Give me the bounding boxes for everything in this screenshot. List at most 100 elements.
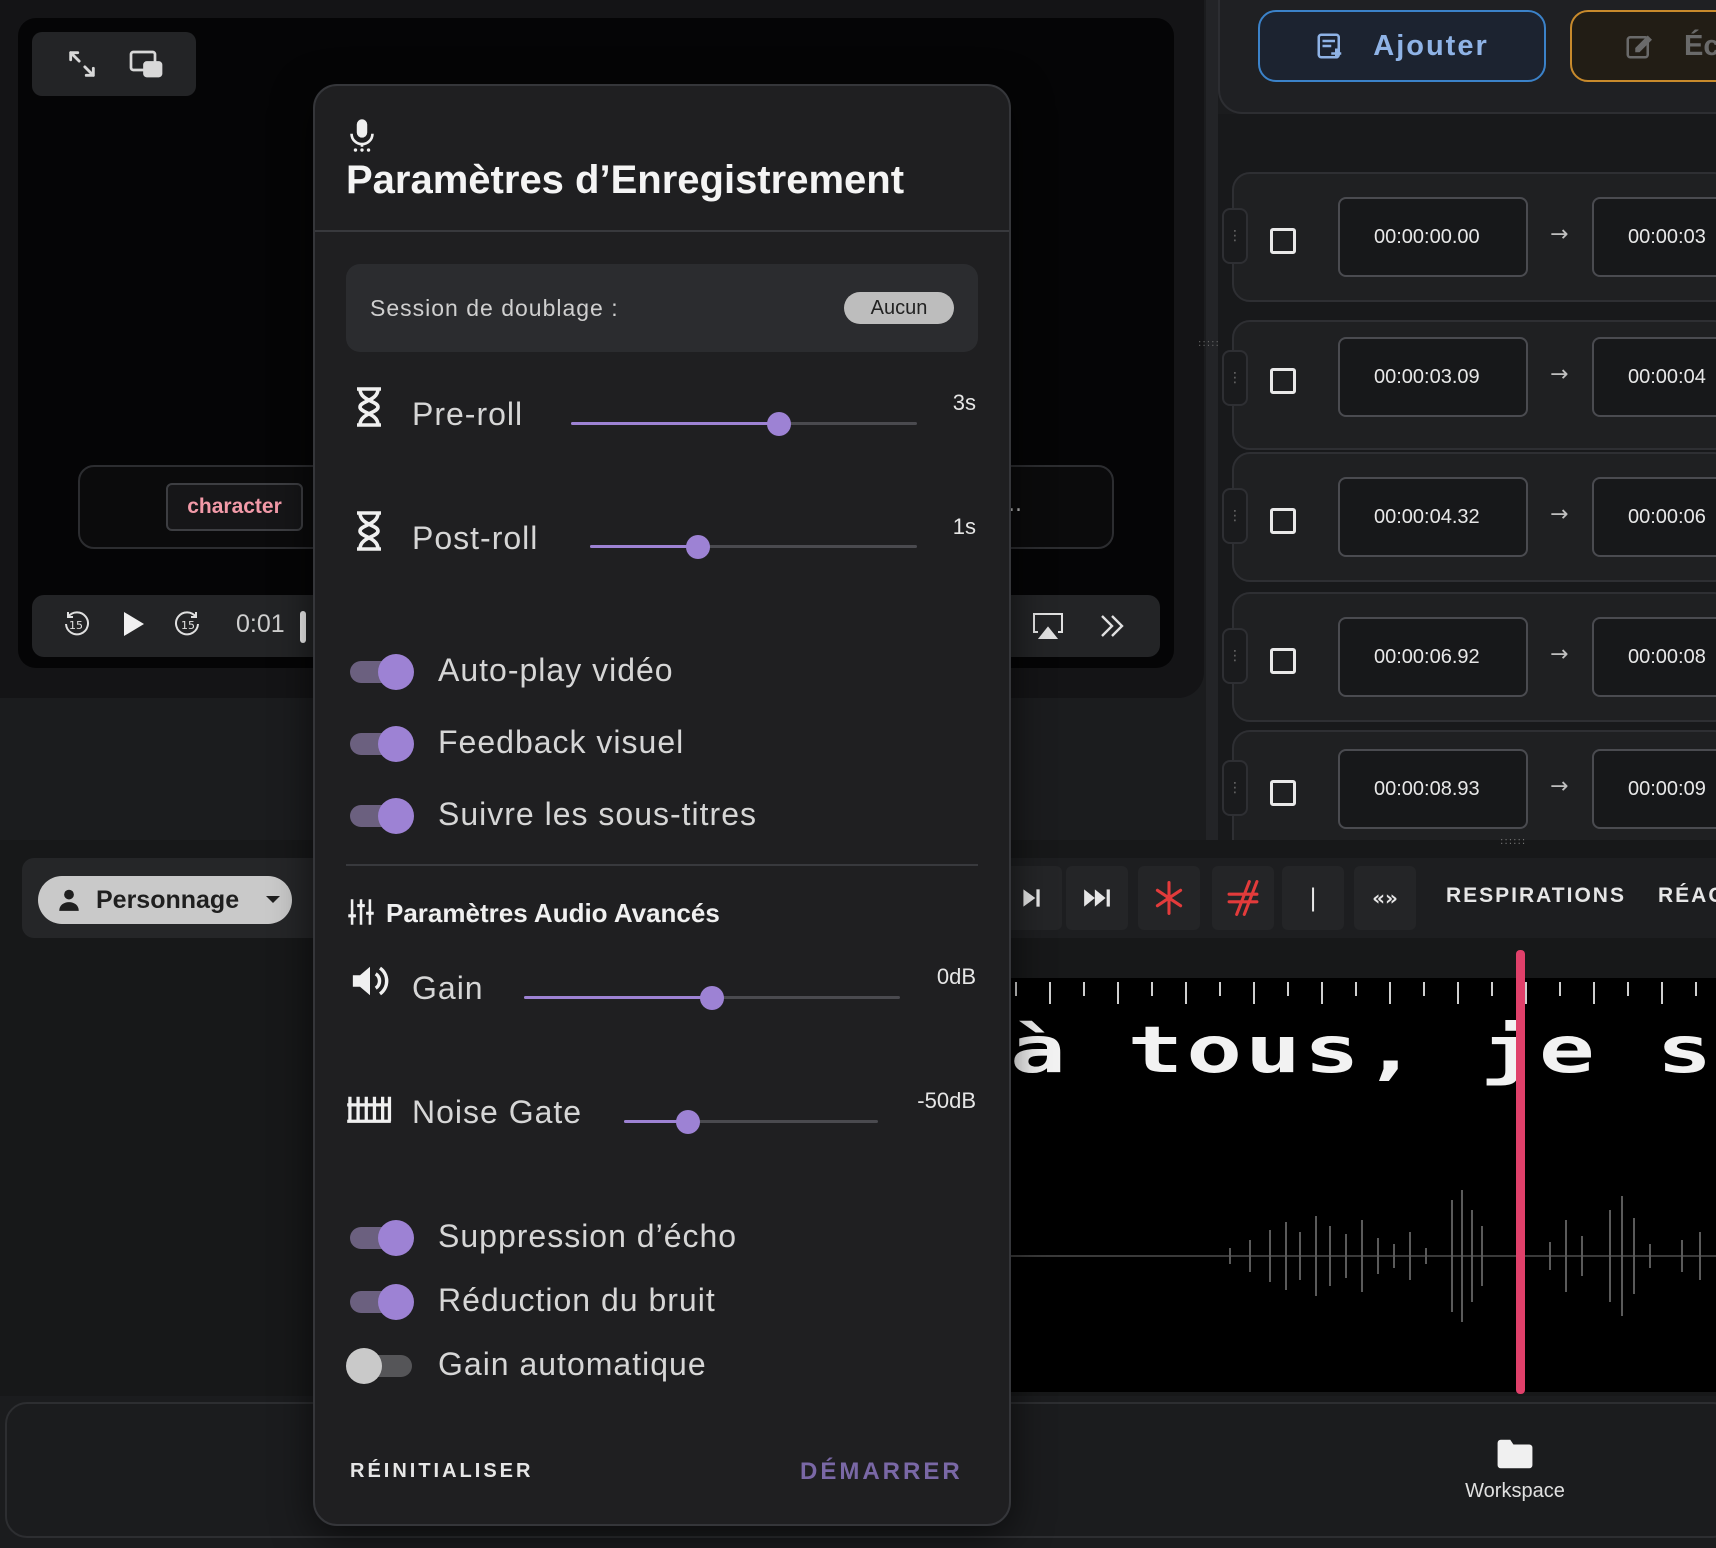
postroll-slider-fill <box>590 545 698 548</box>
end-timecode-field[interactable]: 00:00:09 <box>1592 749 1716 829</box>
character-tag[interactable]: character <box>166 483 303 531</box>
dubbing-session-field[interactable]: Session de doublage : Aucun <box>346 264 978 352</box>
person-icon <box>56 887 82 913</box>
rewind-15-icon[interactable]: 15 <box>60 608 92 640</box>
postroll-slider[interactable] <box>590 535 917 559</box>
gain-slider-thumb[interactable] <box>700 986 724 1010</box>
progress-handle[interactable] <box>300 611 306 643</box>
postroll-value: 1s <box>952 514 976 539</box>
hourglass-icon <box>354 386 384 428</box>
noise-gate-slider-thumb[interactable] <box>675 1110 700 1134</box>
drag-handle-icon[interactable]: ⋮ <box>1222 350 1248 406</box>
equalizer-icon <box>348 898 374 926</box>
reset-button[interactable]: RÉINITIALISER <box>350 1460 533 1483</box>
drag-handle-icon[interactable]: ⋮ <box>1222 760 1248 816</box>
dialog-title: Paramètres d’Enregistrement <box>346 158 905 202</box>
echo-cancellation-toggle[interactable] <box>346 1216 414 1258</box>
autoplay-video-toggle[interactable] <box>346 650 414 692</box>
visual-feedback-toggle[interactable] <box>346 722 414 764</box>
drag-handle-icon[interactable]: ⋮ <box>1222 628 1248 684</box>
forward-15-icon[interactable]: 15 <box>172 608 204 640</box>
toggle-knob <box>378 726 414 762</box>
breaths-button[interactable]: RESPIRATIONS <box>1446 884 1626 908</box>
edit-note-icon <box>1624 31 1654 61</box>
gain-slider[interactable] <box>524 986 900 1010</box>
add-list-icon <box>1315 31 1345 61</box>
toggle-knob <box>378 798 414 834</box>
separator-button[interactable]: | <box>1282 866 1344 930</box>
reactions-button[interactable]: RÉAC <box>1658 884 1716 908</box>
start-timecode-field[interactable]: 00:00:08.93 <box>1338 749 1528 829</box>
waveform-subtitle-text: à tous, je su <box>1010 1014 1716 1088</box>
start-timecode-field[interactable]: 00:00:00.00 <box>1338 197 1528 277</box>
auto-gain-toggle[interactable] <box>346 1344 412 1386</box>
character-select[interactable]: Personnage <box>38 876 292 924</box>
start-button[interactable]: DÉMARRER <box>800 1458 963 1486</box>
noise-gate-slider[interactable] <box>624 1110 878 1134</box>
preroll-slider[interactable] <box>571 412 917 436</box>
row-checkbox[interactable] <box>1270 648 1296 674</box>
follow-subtitles-toggle[interactable] <box>346 794 414 836</box>
session-chip[interactable]: Aucun <box>844 292 954 324</box>
row-checkbox[interactable] <box>1270 368 1296 394</box>
advanced-audio-title: Paramètres Audio Avancés <box>386 898 720 928</box>
airplay-icon[interactable] <box>1030 610 1066 642</box>
double-chevron-right-icon[interactable] <box>1096 610 1128 642</box>
workspace-nav-item[interactable]: Workspace <box>1440 1438 1590 1518</box>
end-timecode-field[interactable]: 00:00:06 <box>1592 477 1716 557</box>
expand-icon[interactable] <box>65 47 99 81</box>
preroll-label: Pre-roll <box>412 396 524 432</box>
noise-reduction-label: Réduction du bruit <box>438 1282 716 1318</box>
noise-gate-value: -50dB <box>917 1088 976 1113</box>
audio-waveform <box>1010 1190 1716 1322</box>
drag-handle-icon[interactable]: ⋮ <box>1222 208 1248 264</box>
end-timecode-field[interactable]: 00:00:03 <box>1592 197 1716 277</box>
separator-glyph: | <box>1308 884 1318 912</box>
start-timecode-field[interactable]: 00:00:03.09 <box>1338 337 1528 417</box>
start-timecode-field[interactable]: 00:00:04.32 <box>1338 477 1528 557</box>
picture-in-picture-icon[interactable] <box>128 49 164 79</box>
postroll-label: Post-roll <box>412 520 539 556</box>
end-timecode-field[interactable]: 00:00:04 <box>1592 337 1716 417</box>
start-timecode-field[interactable]: 00:00:06.92 <box>1338 617 1528 697</box>
toggle-knob <box>378 654 414 690</box>
row-checkbox[interactable] <box>1270 228 1296 254</box>
chevrons-button[interactable]: «» <box>1354 866 1416 930</box>
toggle-knob <box>378 1284 414 1320</box>
end-timecode-field[interactable]: 00:00:08 <box>1592 617 1716 697</box>
playhead[interactable] <box>1516 950 1525 1394</box>
add-subtitle-button[interactable]: Ajouter <box>1258 10 1546 82</box>
row-checkbox[interactable] <box>1270 508 1296 534</box>
gain-slider-fill <box>524 996 712 999</box>
noise-reduction-toggle[interactable] <box>346 1280 414 1322</box>
session-label: Session de doublage : <box>370 294 619 321</box>
video-corner-controls <box>32 32 196 96</box>
svg-text:15: 15 <box>69 619 83 632</box>
postroll-slider-thumb[interactable] <box>685 535 710 559</box>
echo-cancellation-label: Suppression d’écho <box>438 1218 738 1254</box>
preroll-slider-thumb[interactable] <box>766 412 791 436</box>
write-button[interactable]: Éc <box>1570 10 1716 82</box>
asterisk-marker-icon[interactable] <box>1138 866 1200 930</box>
horizontal-splitter-grip[interactable]: :::::: <box>1500 836 1526 847</box>
drag-handle-icon[interactable]: ⋮ <box>1222 488 1248 544</box>
autoplay-video-label: Auto-play vidéo <box>438 652 674 688</box>
add-subtitle-label: Ajouter <box>1373 29 1489 62</box>
fast-forward-end-icon[interactable] <box>1066 866 1128 930</box>
noise-gate-label: Noise Gate <box>412 1094 583 1130</box>
gain-value: 0dB <box>936 964 976 989</box>
row-checkbox[interactable] <box>1270 780 1296 806</box>
vertical-splitter[interactable] <box>1206 0 1218 840</box>
strike-marker-icon[interactable] <box>1212 866 1274 930</box>
preroll-slider-fill <box>571 422 779 425</box>
play-icon[interactable] <box>118 608 148 640</box>
current-time: 0:01 <box>236 610 285 638</box>
arrow-right-icon: → <box>1550 774 1569 799</box>
workspace-label: Workspace <box>1465 1480 1565 1502</box>
write-button-label: Éc <box>1684 29 1716 62</box>
toggle-knob <box>346 1348 382 1384</box>
gain-label: Gain <box>412 970 484 1006</box>
dropdown-caret-icon <box>265 895 281 905</box>
arrow-right-icon: → <box>1550 222 1569 247</box>
noise-gate-icon <box>346 1094 392 1124</box>
